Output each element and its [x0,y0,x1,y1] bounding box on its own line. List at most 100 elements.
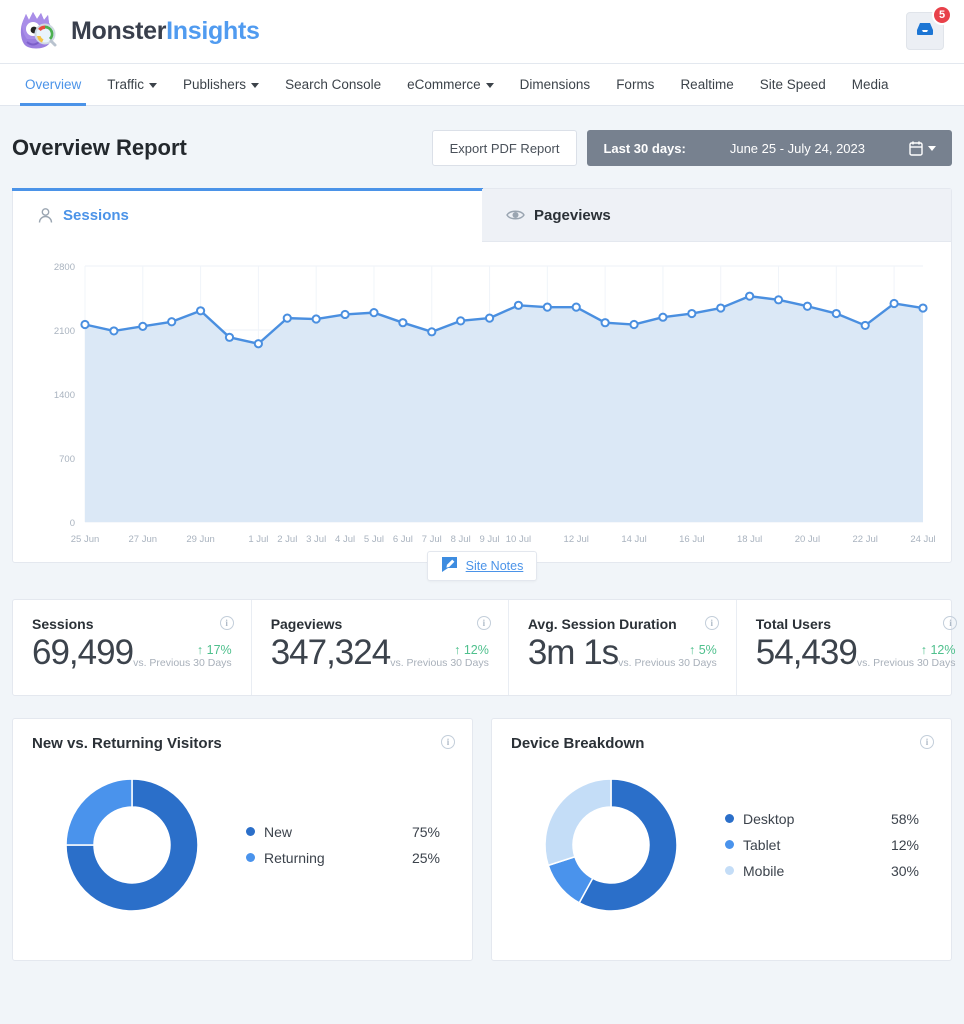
page-header: Overview Report Export PDF Report Last 3… [12,128,952,168]
svg-text:14 Jul: 14 Jul [621,534,646,545]
nav-item-label: Traffic [107,77,144,92]
export-pdf-report-button[interactable]: Export PDF Report [432,130,578,166]
nav-item-label: Realtime [680,77,733,92]
legend-row: Returning25% [246,845,440,871]
info-icon[interactable]: i [705,616,719,630]
svg-text:29 Jun: 29 Jun [186,534,215,545]
trend-up-arrow-icon: ↑ [689,643,695,657]
chevron-down-icon [928,146,936,151]
nav-item-label: Overview [25,77,81,92]
info-icon[interactable]: i [220,616,234,630]
info-icon[interactable]: i [441,735,455,749]
stat-delta: ↑ 12% [390,643,489,657]
legend-row: Desktop58% [725,806,919,832]
trend-up-arrow-icon: ↑ [197,643,203,657]
date-range-label: Last 30 days: [603,141,685,156]
donut-body: Desktop58%Tablet12%Mobile30% [511,752,932,937]
inbox-button[interactable]: 5 [906,12,944,50]
nav-item-label: Dimensions [520,77,591,92]
svg-text:1 Jul: 1 Jul [248,534,268,545]
nav-item-overview[interactable]: Overview [12,64,94,105]
legend-label: New [264,824,384,840]
svg-text:25 Jun: 25 Jun [71,534,100,545]
nav-item-label: Site Speed [760,77,826,92]
donut-svg [528,762,694,928]
info-icon[interactable]: i [477,616,491,630]
nav-item-label: Search Console [285,77,381,92]
donut-card-new-vs-returning-visitors: New vs. Returning VisitorsiNew75%Returni… [12,718,473,961]
nav-item-realtime[interactable]: Realtime [667,64,746,105]
legend-row: Tablet12% [725,832,919,858]
svg-text:7 Jul: 7 Jul [422,534,442,545]
donut-graphic [32,762,232,928]
trend-up-arrow-icon: ↑ [454,643,460,657]
svg-text:20 Jul: 20 Jul [795,534,820,545]
nav-item-search-console[interactable]: Search Console [272,64,394,105]
donut-graphic [511,762,711,928]
svg-text:12 Jul: 12 Jul [564,534,589,545]
stat-card-sessions: Sessionsi 69,499↑ 17%vs. Previous 30 Days [13,600,251,695]
stat-delta: ↑ 17% [133,643,232,657]
stat-value: 69,499 [32,634,133,673]
info-icon[interactable]: i [920,735,934,749]
page-content: Overview Report Export PDF Report Last 3… [0,106,964,961]
stat-card-pageviews: Pageviewsi347,324↑ 12%vs. Previous 30 Da… [251,600,508,695]
stat-comparison-label: vs. Previous 30 Days [133,657,232,669]
nav-item-site-speed[interactable]: Site Speed [747,64,839,105]
svg-text:18 Jul: 18 Jul [737,534,762,545]
nav-item-label: Publishers [183,77,246,92]
stat-comparison-label: vs. Previous 30 Days [390,657,489,669]
tab-sessions[interactable]: Sessions [13,189,482,242]
chevron-down-icon [149,83,157,88]
legend-label: Mobile [743,863,863,879]
stat-label: Total Users [756,616,956,632]
svg-text:24 Jul: 24 Jul [910,534,935,545]
donut-legend: New75%Returning25% [246,819,440,871]
main-navigation: Overview Traffic Publishers Search Console e… [0,64,964,106]
nav-item-dimensions[interactable]: Dimensions [507,64,604,105]
svg-text:9 Jul: 9 Jul [480,534,500,545]
stat-label: Sessions [32,616,232,632]
stat-label: Avg. Session Duration [528,616,717,632]
nav-item-ecommerce[interactable]: eCommerce [394,64,507,105]
pencil-note-icon [441,556,458,576]
nav-item-traffic[interactable]: Traffic [94,64,170,105]
page-header-actions: Export PDF Report Last 30 days: June 25 … [432,130,952,166]
nav-item-label: Forms [616,77,654,92]
legend-label: Desktop [743,811,863,827]
svg-text:700: 700 [59,454,75,465]
stat-delta-value: 5% [699,643,717,657]
stat-card-total-users: Total Usersi54,439↑ 12%vs. Previous 30 D… [736,600,964,695]
stat-meta: ↑ 5%vs. Previous 30 Days [618,643,717,673]
stat-value: 3m 1s [528,634,618,673]
svg-text:22 Jul: 22 Jul [853,534,878,545]
date-range-selector[interactable]: Last 30 days: June 25 - July 24, 2023 [587,130,952,166]
nav-item-publishers[interactable]: Publishers [170,64,272,105]
donut-legend: Desktop58%Tablet12%Mobile30% [725,806,919,884]
stat-meta: ↑ 12%vs. Previous 30 Days [390,643,489,673]
svg-text:2800: 2800 [54,262,75,273]
stat-value: 54,439 [756,634,857,673]
nav-item-forms[interactable]: Forms [603,64,667,105]
nav-item-media[interactable]: Media [839,64,902,105]
donut-body: New75%Returning25% [32,752,453,937]
tab-label: Pageviews [534,207,611,224]
stat-delta-value: 12% [464,643,489,657]
stat-value: 347,324 [271,634,391,673]
legend-row: Mobile30% [725,858,919,884]
legend-color-dot [246,853,255,862]
stat-comparison-label: vs. Previous 30 Days [618,657,717,669]
stat-cards: Sessionsi69,499↑ 17%vs. Previous 30 Days… [12,599,952,696]
tab-pageviews[interactable]: Pageviews [482,189,951,242]
stat-body: 69,499↑ 17%vs. Previous 30 Days [32,634,232,673]
svg-text:0: 0 [70,518,75,529]
svg-text:3 Jul: 3 Jul [306,534,326,545]
site-notes-button[interactable]: Site Notes [427,551,538,581]
svg-text:5 Jul: 5 Jul [364,534,384,545]
nav-item-label: Media [852,77,889,92]
donut-title: Device Breakdown [511,735,932,752]
svg-text:1400: 1400 [54,390,75,401]
legend-value: 58% [863,811,919,827]
svg-text:6 Jul: 6 Jul [393,534,413,545]
brand-logo: MonsterInsights [14,9,260,55]
